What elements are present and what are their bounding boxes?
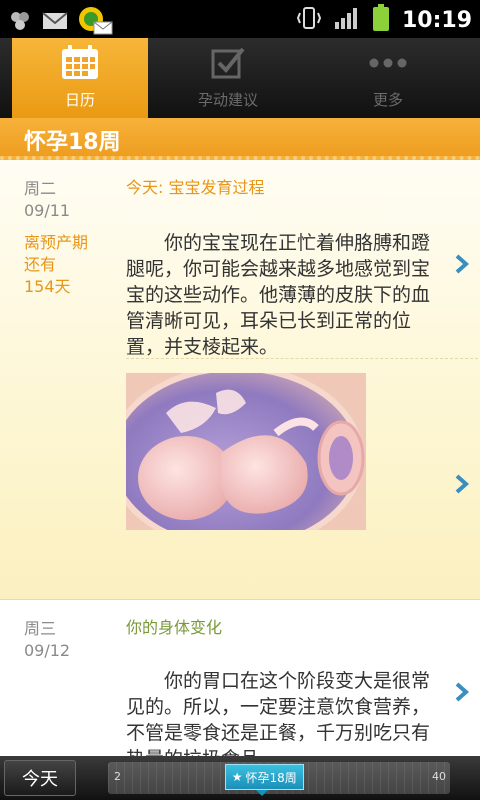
article-paragraph: 你的宝宝现在正忙着伸胳膊和蹬腿呢，你可能会越来越多地感觉到宝宝的这些动作。他薄薄… <box>126 232 431 358</box>
fetus-illustration[interactable] <box>126 373 366 530</box>
status-bar: 10:19 <box>0 0 480 38</box>
more-dots-icon <box>368 43 408 83</box>
section-title: 你的身体变化 <box>126 618 223 637</box>
weekday: 周三 <box>24 619 57 638</box>
date: 09/12 <box>24 641 71 660</box>
clock: 10:19 <box>401 7 472 33</box>
day-info: 周二 09/11 离预产期 还有 154天 <box>24 178 114 298</box>
day-list[interactable]: 周二 09/11 离预产期 还有 154天 今天: 宝宝发育过程 你的宝宝现在正… <box>0 160 480 756</box>
divider <box>126 358 478 359</box>
tab-label: 孕动建议 <box>197 91 258 109</box>
today-button[interactable]: 今天 <box>4 760 76 796</box>
app-mail-icon <box>78 6 114 40</box>
section-title: 今天: 宝宝发育过程 <box>126 178 265 197</box>
chevron-right-icon[interactable] <box>454 474 470 494</box>
date: 09/11 <box>24 201 71 220</box>
due-days: 154天 <box>24 277 71 296</box>
day-card[interactable]: 周二 09/11 离预产期 还有 154天 今天: 宝宝发育过程 你的宝宝现在正… <box>0 160 480 600</box>
day-card[interactable]: 周三 09/12 你的身体变化 你的胃口在这个阶段变大是很常见的。所以，一定要注… <box>0 600 480 756</box>
app-notification-icon <box>8 9 32 37</box>
tab-more[interactable]: 更多 <box>308 38 468 118</box>
current-week-label: 怀孕18周 <box>245 770 297 785</box>
due-countdown: 离预产期 还有 154天 <box>24 232 114 298</box>
article-paragraph: 你的胃口在这个阶段变大是很常见的。所以，一定要注意饮食营养，不管是零食还是正餐，… <box>126 670 431 756</box>
tab-pregnancy-exercise[interactable]: 孕动建议 <box>148 38 308 118</box>
tab-label: 日历 <box>64 91 95 109</box>
star-icon: ★ <box>231 770 243 784</box>
current-week-marker[interactable]: ★ 怀孕18周 <box>224 764 304 796</box>
chevron-right-icon[interactable] <box>454 254 470 274</box>
top-tab-bar: 日历 孕动建议 更多 <box>0 38 480 118</box>
due-line: 还有 <box>24 255 57 274</box>
weekday: 周二 <box>24 179 57 198</box>
bottom-bar: 今天 2 ★ 怀孕18周 40 <box>0 756 480 800</box>
pregnancy-week-slider[interactable]: 2 ★ 怀孕18周 40 <box>108 762 450 796</box>
vibrate-icon <box>296 5 322 35</box>
week-header: 怀孕18周 <box>0 118 480 160</box>
tab-calendar[interactable]: 日历 <box>12 38 148 118</box>
mail-icon <box>42 11 68 35</box>
battery-icon <box>372 4 390 36</box>
chevron-right-icon[interactable] <box>454 682 470 702</box>
signal-icon <box>334 6 360 34</box>
checkbox-icon <box>210 43 246 83</box>
day-info: 周三 09/12 <box>24 618 114 662</box>
slider-max-label: 40 <box>432 770 446 783</box>
tab-label: 更多 <box>372 91 403 109</box>
calendar-icon <box>60 43 100 83</box>
due-line: 离预产期 <box>24 233 89 252</box>
page-title: 怀孕18周 <box>24 130 121 155</box>
slider-min-label: 2 <box>114 770 121 783</box>
